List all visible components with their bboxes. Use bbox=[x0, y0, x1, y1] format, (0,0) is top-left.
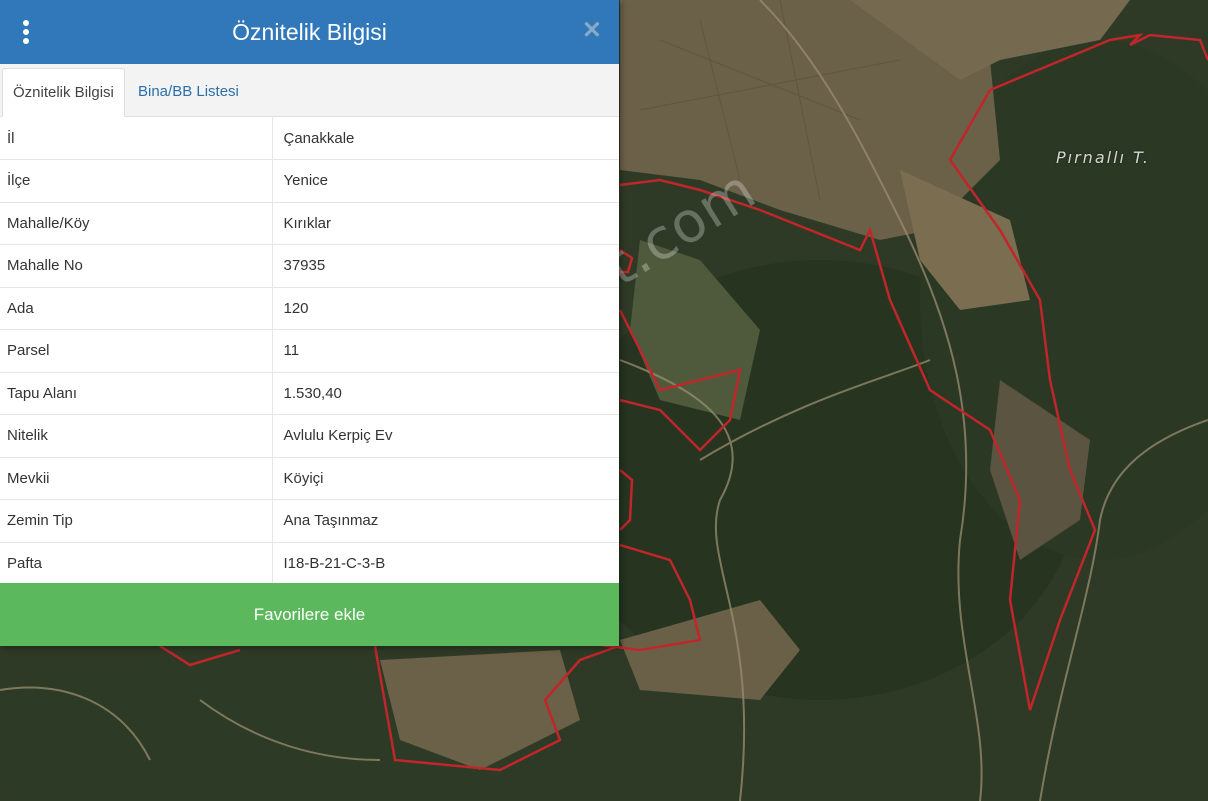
table-row: Mahalle/Köy Kırıklar bbox=[0, 202, 619, 245]
row-value: 11 bbox=[272, 329, 619, 373]
row-key: Zemin Tip bbox=[0, 499, 273, 543]
attribute-table: İl Çanakkale İlçe Yenice Mahalle/Köy Kırıkl… bbox=[0, 117, 619, 585]
row-value: 37935 bbox=[272, 244, 619, 288]
table-row: Ada 120 bbox=[0, 287, 619, 330]
table-row: Parsel 11 bbox=[0, 329, 619, 373]
table-row: Zemin Tip Ana Taşınmaz bbox=[0, 499, 619, 543]
map-place-label: Pırnallı T. bbox=[1056, 148, 1150, 167]
row-value: Köyiçi bbox=[272, 457, 619, 500]
row-key: Parsel bbox=[0, 329, 273, 373]
table-row: Pafta I18-B-21-C-3-B bbox=[0, 542, 619, 585]
row-value: Çanakkale bbox=[272, 117, 619, 160]
row-key: Mahalle/Köy bbox=[0, 202, 273, 245]
tab-attribute-info[interactable]: Öznitelik Bilgisi bbox=[2, 68, 125, 117]
row-value: 1.530,40 bbox=[272, 372, 619, 415]
tab-building-list[interactable]: Bina/BB Listesi bbox=[128, 68, 249, 116]
tab-bar: Öznitelik Bilgisi Bina/BB Listesi bbox=[0, 64, 619, 117]
panel-header: Öznitelik Bilgisi ✕ bbox=[0, 0, 619, 64]
row-value: Yenice bbox=[272, 159, 619, 203]
row-key: Tapu Alanı bbox=[0, 372, 273, 415]
table-row: İlçe Yenice bbox=[0, 159, 619, 203]
attribute-panel: Öznitelik Bilgisi ✕ Öznitelik Bilgisi Bi… bbox=[0, 0, 619, 646]
table-row: İl Çanakkale bbox=[0, 117, 619, 160]
row-key: İl bbox=[0, 117, 273, 160]
row-value: I18-B-21-C-3-B bbox=[272, 542, 619, 585]
row-key: Mevkii bbox=[0, 457, 273, 500]
row-key: Pafta bbox=[0, 542, 273, 585]
row-value: Ana Taşınmaz bbox=[272, 499, 619, 543]
panel-title: Öznitelik Bilgisi bbox=[232, 18, 387, 45]
row-value: 120 bbox=[272, 287, 619, 330]
row-key: Ada bbox=[0, 287, 273, 330]
row-key: İlçe bbox=[0, 159, 273, 203]
table-row: Mahalle No 37935 bbox=[0, 244, 619, 288]
table-row: Mevkii Köyiçi bbox=[0, 457, 619, 500]
row-value: Avlulu Kerpiç Ev bbox=[272, 414, 619, 458]
table-row: Nitelik Avlulu Kerpiç Ev bbox=[0, 414, 619, 458]
vertical-ellipsis-icon[interactable] bbox=[20, 20, 32, 44]
row-value: Kırıklar bbox=[272, 202, 619, 245]
close-icon[interactable]: ✕ bbox=[582, 19, 602, 43]
row-key: Mahalle No bbox=[0, 244, 273, 288]
row-key: Nitelik bbox=[0, 414, 273, 458]
add-to-favorites-button[interactable]: Favorilere ekle bbox=[0, 583, 619, 646]
table-row: Tapu Alanı 1.530,40 bbox=[0, 372, 619, 415]
